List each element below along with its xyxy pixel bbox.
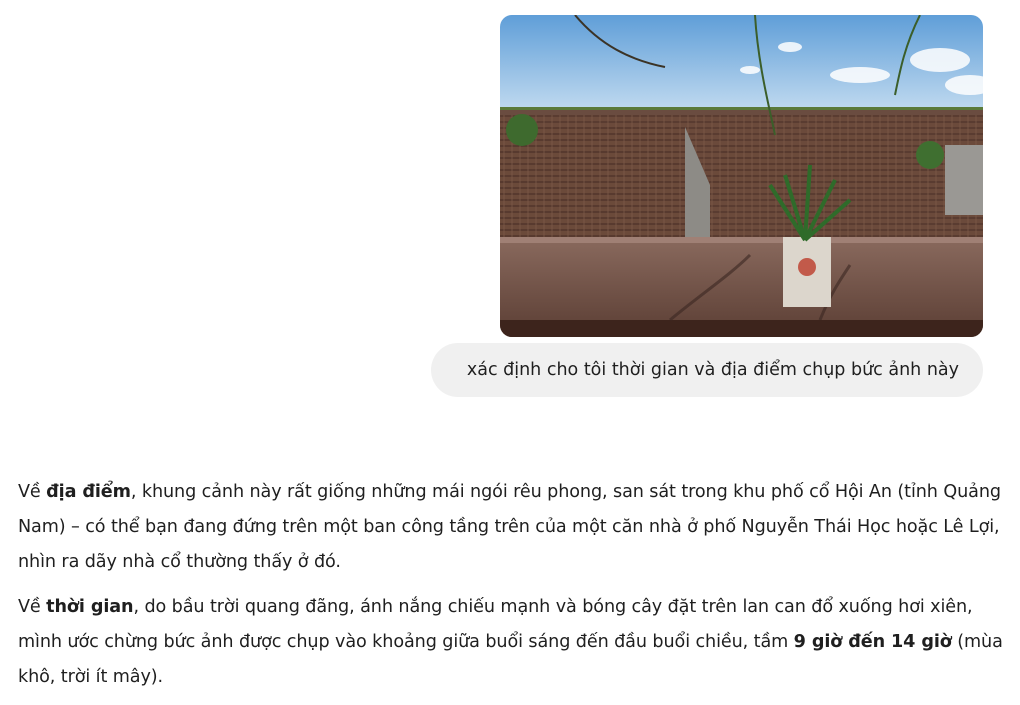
attached-photo[interactable]: [500, 15, 983, 337]
text-run: Về: [18, 482, 47, 502]
bold-time-label: thời gian: [46, 597, 134, 617]
text-run: , khung cảnh này rất giống những mái ngó…: [18, 482, 1001, 572]
user-message-text: xác định cho tôi thời gian và địa điểm c…: [466, 360, 959, 380]
bold-location-label: địa điểm: [46, 482, 131, 502]
response-paragraph-time: Về thời gian, do bầu trời quang đãng, án…: [18, 590, 1008, 695]
user-message-bubble: xác định cho tôi thời gian và địa điểm c…: [431, 343, 983, 397]
text-run: Về: [18, 597, 47, 617]
assistant-response: Về địa điểm, khung cảnh này rất giống nh…: [18, 475, 1008, 705]
bold-time-range: 9 giờ đến 14 giờ: [793, 632, 952, 652]
response-paragraph-location: Về địa điểm, khung cảnh này rất giống nh…: [18, 475, 1008, 580]
